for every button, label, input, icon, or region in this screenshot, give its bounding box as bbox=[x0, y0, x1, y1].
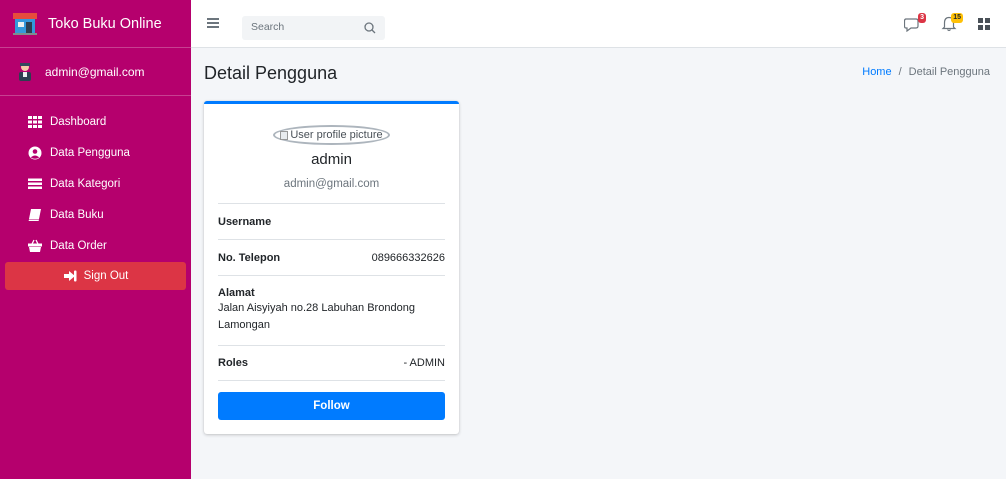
breadcrumb: Home / Detail Pengguna bbox=[862, 66, 990, 78]
breadcrumb-separator: / bbox=[898, 66, 902, 78]
sidebar-item-label: Data Kategori bbox=[50, 177, 121, 190]
user-circle-icon bbox=[28, 146, 42, 160]
sign-out-icon bbox=[63, 269, 77, 283]
notifications-badge: 15 bbox=[951, 13, 963, 23]
sidebar-item-data-buku[interactable]: Data Buku bbox=[5, 199, 186, 230]
list-item-address: Alamat Jalan Aisyiyah no.28 Labuhan Bron… bbox=[218, 275, 445, 345]
phone-label: No. Telepon bbox=[218, 251, 281, 264]
apps-grid-icon[interactable] bbox=[978, 16, 992, 34]
search-icon[interactable] bbox=[363, 21, 377, 35]
profile-image: User profile picture bbox=[273, 125, 390, 145]
sidebar-item-data-kategori[interactable]: Data Kategori bbox=[5, 168, 186, 199]
comments-icon bbox=[903, 18, 920, 35]
th-icon bbox=[28, 115, 42, 129]
roles-value: - ADMIN bbox=[403, 357, 445, 369]
sign-out-label: Sign Out bbox=[83, 270, 129, 282]
search-box bbox=[242, 16, 385, 40]
follow-button[interactable]: Follow bbox=[218, 392, 445, 420]
book-icon bbox=[28, 208, 42, 222]
store-logo-icon bbox=[12, 12, 38, 36]
messages-badge: 3 bbox=[918, 13, 926, 23]
phone-value: 089666332626 bbox=[371, 251, 445, 264]
messages-dropdown[interactable]: 3 bbox=[903, 13, 926, 35]
brand-link[interactable]: Toko Buku Online bbox=[0, 0, 191, 48]
user-name: admin@gmail.com bbox=[45, 64, 145, 79]
brand-text: Toko Buku Online bbox=[48, 15, 162, 32]
basket-icon bbox=[28, 239, 42, 253]
sidebar-item-label: Dashboard bbox=[50, 115, 107, 128]
sidebar-item-label: Data Order bbox=[50, 239, 107, 252]
top-navbar: 3 15 bbox=[191, 0, 1006, 48]
search-input[interactable] bbox=[251, 21, 361, 33]
sidebar-item-label: Data Buku bbox=[50, 208, 104, 221]
list-icon bbox=[28, 177, 42, 191]
sidebar-item-dashboard[interactable]: Dashboard bbox=[5, 106, 186, 137]
profile-card: User profile picture admin admin@gmail.c… bbox=[204, 101, 459, 434]
sign-out-button[interactable]: Sign Out bbox=[5, 262, 186, 290]
address-label: Alamat bbox=[218, 287, 255, 299]
breadcrumb-home-link[interactable]: Home bbox=[862, 66, 891, 78]
list-item-phone: No. Telepon 089666332626 bbox=[218, 239, 445, 275]
roles-label: Roles bbox=[218, 357, 248, 369]
user-panel[interactable]: admin@gmail.com bbox=[0, 48, 191, 96]
breadcrumb-current: Detail Pengguna bbox=[908, 66, 990, 78]
list-item-roles: Roles - ADMIN bbox=[218, 345, 445, 381]
username-label: Username bbox=[218, 215, 272, 228]
address-value: Jalan Aisyiyah no.28 Labuhan Brondong La… bbox=[218, 302, 415, 331]
profile-image-alt: User profile picture bbox=[290, 129, 383, 141]
profile-details-list: Username No. Telepon 089666332626 Alamat… bbox=[218, 203, 445, 381]
sidebar-item-data-pengguna[interactable]: Data Pengguna bbox=[5, 137, 186, 168]
sidebar-item-data-order[interactable]: Data Order bbox=[5, 230, 186, 261]
navbar-right: 3 15 bbox=[889, 13, 992, 35]
broken-image-icon bbox=[280, 130, 289, 140]
profile-email: admin@gmail.com bbox=[283, 178, 380, 190]
profile-image-wrap: User profile picture bbox=[204, 125, 459, 145]
sidebar-item-label: Data Pengguna bbox=[50, 146, 130, 159]
notifications-dropdown[interactable]: 15 bbox=[941, 13, 963, 35]
list-item-username: Username bbox=[218, 203, 445, 239]
sidebar-nav: Dashboard Data Pengguna Data Kategori Da… bbox=[0, 106, 191, 290]
bell-icon bbox=[941, 16, 957, 35]
main-sidebar: Toko Buku Online admin@gmail.com Dashboa… bbox=[0, 0, 191, 479]
profile-name: admin bbox=[311, 151, 352, 168]
page-title: Detail Pengguna bbox=[204, 63, 338, 83]
menu-toggle-icon[interactable] bbox=[207, 18, 219, 28]
user-avatar-icon bbox=[17, 62, 33, 82]
